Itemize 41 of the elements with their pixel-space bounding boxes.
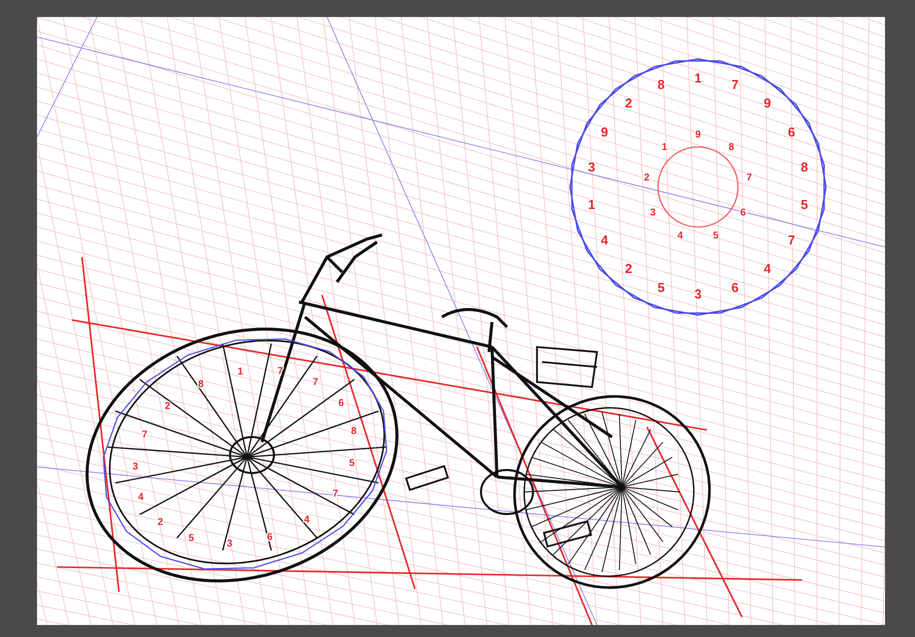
- number-label: 7: [746, 172, 752, 184]
- number-label: 3: [588, 160, 596, 175]
- number-label: 2: [624, 96, 632, 111]
- number-label: 4: [677, 230, 683, 242]
- number-label: 1: [237, 366, 244, 378]
- number-label: 8: [351, 426, 357, 438]
- number-label: 4: [764, 261, 772, 276]
- number-label: 2: [158, 517, 164, 528]
- number-label: 3: [694, 286, 702, 302]
- number-label: 9: [764, 96, 772, 111]
- number-label: 2: [644, 172, 650, 184]
- number-label: 5: [713, 230, 719, 242]
- number-label: 5: [657, 280, 665, 295]
- number-label: 9: [600, 124, 608, 140]
- number-label: 7: [142, 430, 148, 441]
- number-label: 1: [588, 197, 596, 212]
- number-label: 8: [198, 378, 204, 390]
- number-label: 7: [788, 232, 796, 248]
- number-label: 2: [624, 261, 632, 276]
- number-label: 3: [650, 208, 656, 219]
- number-label: 2: [164, 400, 170, 412]
- number-label: 4: [304, 514, 310, 526]
- number-label: 8: [728, 142, 734, 153]
- number-label: 3: [226, 538, 232, 550]
- number-label: 1: [662, 142, 668, 153]
- number-label: 4: [600, 232, 608, 248]
- number-label: 1: [694, 70, 702, 86]
- number-label: 6: [338, 398, 344, 409]
- number-label: 7: [731, 76, 739, 92]
- number-label: 7: [312, 376, 318, 388]
- number-label: 6: [731, 280, 739, 295]
- number-label: 4: [138, 492, 144, 503]
- number-label: 6: [788, 124, 796, 140]
- number-label: 9: [695, 130, 701, 141]
- number-label: 5: [349, 458, 355, 469]
- number-label: 3: [132, 462, 138, 473]
- number-label: 8: [657, 76, 665, 92]
- number-label: 7: [332, 488, 338, 500]
- number-label: 5: [800, 197, 808, 212]
- number-label: 5: [188, 533, 194, 544]
- number-label: 8: [800, 160, 808, 175]
